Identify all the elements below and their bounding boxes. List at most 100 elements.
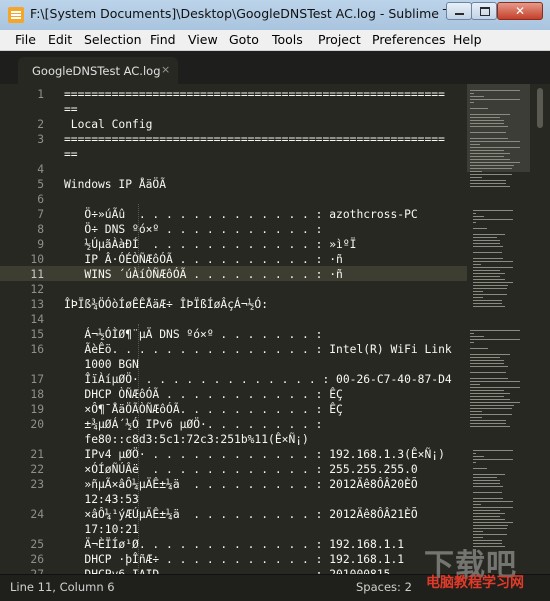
minimap-line bbox=[473, 501, 513, 502]
minimap-line bbox=[470, 186, 510, 187]
minimap-line bbox=[470, 99, 520, 100]
minimap-line bbox=[470, 390, 504, 391]
minimap-line bbox=[473, 468, 488, 469]
line-number: 17 bbox=[30, 373, 44, 386]
code-line: ÃèÊö. . . . . . . . . . . . . . . : Inte… bbox=[64, 343, 452, 356]
line-number: 12 bbox=[30, 283, 44, 296]
code-line: ×âÔ¼¹ýÆÚµÄÊ±¼ä . . . . . . . . . : 2012Ä… bbox=[64, 508, 418, 521]
line-number: 16 bbox=[30, 343, 44, 356]
minimap-line bbox=[470, 426, 510, 427]
code-line: Windows IP ÅäÖÃ bbox=[64, 178, 167, 191]
code-line: Ö÷ DNS ºó×º . . . . . . . . . . . : bbox=[64, 223, 323, 236]
minimap-line bbox=[473, 507, 513, 508]
minimize-button[interactable] bbox=[446, 2, 472, 20]
minimap-line bbox=[473, 285, 509, 286]
line-number: 5 bbox=[37, 178, 44, 191]
line-number: 18 bbox=[30, 388, 44, 401]
menu-help[interactable]: Help bbox=[453, 32, 482, 47]
minimap-line bbox=[470, 381, 520, 382]
minimap-line bbox=[470, 162, 520, 163]
minimap[interactable] bbox=[467, 84, 530, 574]
menu-selection[interactable]: Selection bbox=[84, 32, 142, 47]
minimap-line bbox=[470, 150, 504, 151]
minimap-line bbox=[470, 183, 506, 184]
menu-find[interactable]: Find bbox=[150, 32, 176, 47]
minimap-line bbox=[473, 246, 504, 247]
minimap-line bbox=[470, 120, 504, 121]
minimap-line bbox=[470, 387, 520, 388]
line-number: 22 bbox=[30, 463, 44, 476]
code-line: Local Config bbox=[64, 118, 153, 131]
minimap-line bbox=[470, 144, 480, 145]
minimap-line bbox=[470, 141, 520, 142]
code-line: == bbox=[64, 148, 78, 161]
minimap-line bbox=[473, 261, 513, 262]
minimap-line bbox=[470, 372, 506, 373]
minimap-line bbox=[473, 303, 502, 304]
minimap-line bbox=[473, 210, 513, 211]
minimap-line bbox=[470, 393, 510, 394]
minimap-line bbox=[470, 378, 508, 379]
line-number: 27 bbox=[0, 567, 44, 574]
minimap-line bbox=[470, 336, 484, 337]
minimap-line bbox=[473, 462, 477, 463]
line-number: 24 bbox=[30, 508, 44, 521]
code-line: DHCPv6 IAID . . . . . . . . . . . : 2010… bbox=[64, 567, 390, 574]
minimap-line bbox=[473, 531, 483, 532]
code-line: ========================================… bbox=[64, 133, 445, 146]
tab-close-icon[interactable]: × bbox=[161, 63, 170, 76]
minimap-line bbox=[473, 243, 501, 244]
minimap-line bbox=[470, 156, 504, 157]
minimap-line bbox=[473, 450, 513, 451]
minimap-line bbox=[473, 264, 481, 265]
code-line: ÎïÀíµØÖ· . . . . . . . . . . . . . : 00-… bbox=[64, 373, 452, 386]
menu-file[interactable]: File bbox=[15, 32, 36, 47]
line-number: 1 bbox=[37, 88, 44, 101]
menu-project[interactable]: Project bbox=[318, 32, 361, 47]
scrollbar-thumb[interactable] bbox=[537, 88, 543, 128]
editor-area[interactable]: 1 2 3 4 5 6 7 8 9 10 11 12 13 14 15 16 17 18 19 20 21 22 23 24 2… bbox=[0, 84, 550, 574]
minimap-line bbox=[470, 348, 488, 349]
close-button[interactable]: ✕ bbox=[497, 2, 543, 20]
minimap-line bbox=[473, 276, 501, 277]
minimap-line bbox=[470, 177, 482, 178]
menu-edit[interactable]: Edit bbox=[48, 32, 72, 47]
line-number: 7 bbox=[37, 208, 44, 221]
window-title: F:\[System Documents]\Desktop\GoogleDNST… bbox=[30, 6, 450, 21]
minimap-line bbox=[470, 363, 504, 364]
minimap-line bbox=[470, 384, 480, 385]
code-text[interactable]: ========================================… bbox=[64, 84, 467, 574]
minimap-line bbox=[473, 456, 485, 457]
code-line: Ä¬ÈÏÍø¹Ø. . . . . . . . . . . . . : 192.… bbox=[64, 538, 405, 551]
menu-preferences[interactable]: Preferences bbox=[372, 32, 446, 47]
maximize-button[interactable] bbox=[471, 2, 497, 20]
minimap-line bbox=[470, 90, 520, 91]
file-tab[interactable]: GoogleDNSTest AC.log × bbox=[18, 57, 178, 84]
line-number: 6 bbox=[37, 193, 44, 206]
minimap-line bbox=[473, 534, 507, 535]
minimap-line bbox=[470, 159, 510, 160]
minimap-line bbox=[473, 453, 477, 454]
minimap-line bbox=[473, 240, 501, 241]
code-line: 1000 BGN bbox=[64, 358, 139, 371]
code-line: ×Ô¶¯ÅäÖÃÒÑÆôÓÃ. . . . . . . . . . : ÊÇ bbox=[64, 403, 343, 416]
minimap-line bbox=[470, 102, 474, 103]
minimap-line bbox=[473, 525, 509, 526]
code-line: Ö÷»úÃû . . . . . . . . . . . . . : azoth… bbox=[64, 208, 418, 221]
menu-goto[interactable]: Goto bbox=[229, 32, 259, 47]
line-number: 3 bbox=[37, 133, 44, 146]
tab-strip: GoogleDNSTest AC.log × bbox=[0, 51, 550, 84]
minimap-line bbox=[473, 306, 505, 307]
code-line: == bbox=[64, 103, 78, 116]
minimap-line bbox=[473, 288, 507, 289]
indentation-setting[interactable]: Spaces: 2 bbox=[356, 580, 412, 594]
minimap-line bbox=[473, 528, 507, 529]
menu-tools[interactable]: Tools bbox=[272, 32, 303, 47]
title-bar[interactable]: F:\[System Documents]\Desktop\GoogleDNST… bbox=[0, 0, 550, 31]
menu-view[interactable]: View bbox=[188, 32, 218, 47]
site-watermark: 下载吧 电脑教程学习网 bbox=[424, 540, 550, 600]
minimap-line bbox=[473, 477, 497, 478]
code-line: WINS ´úÀíÒÑÆôÓÃ . . . . . . . . . : ·ñ bbox=[64, 268, 343, 281]
minimap-line bbox=[470, 180, 506, 181]
vertical-scrollbar[interactable] bbox=[530, 84, 550, 574]
